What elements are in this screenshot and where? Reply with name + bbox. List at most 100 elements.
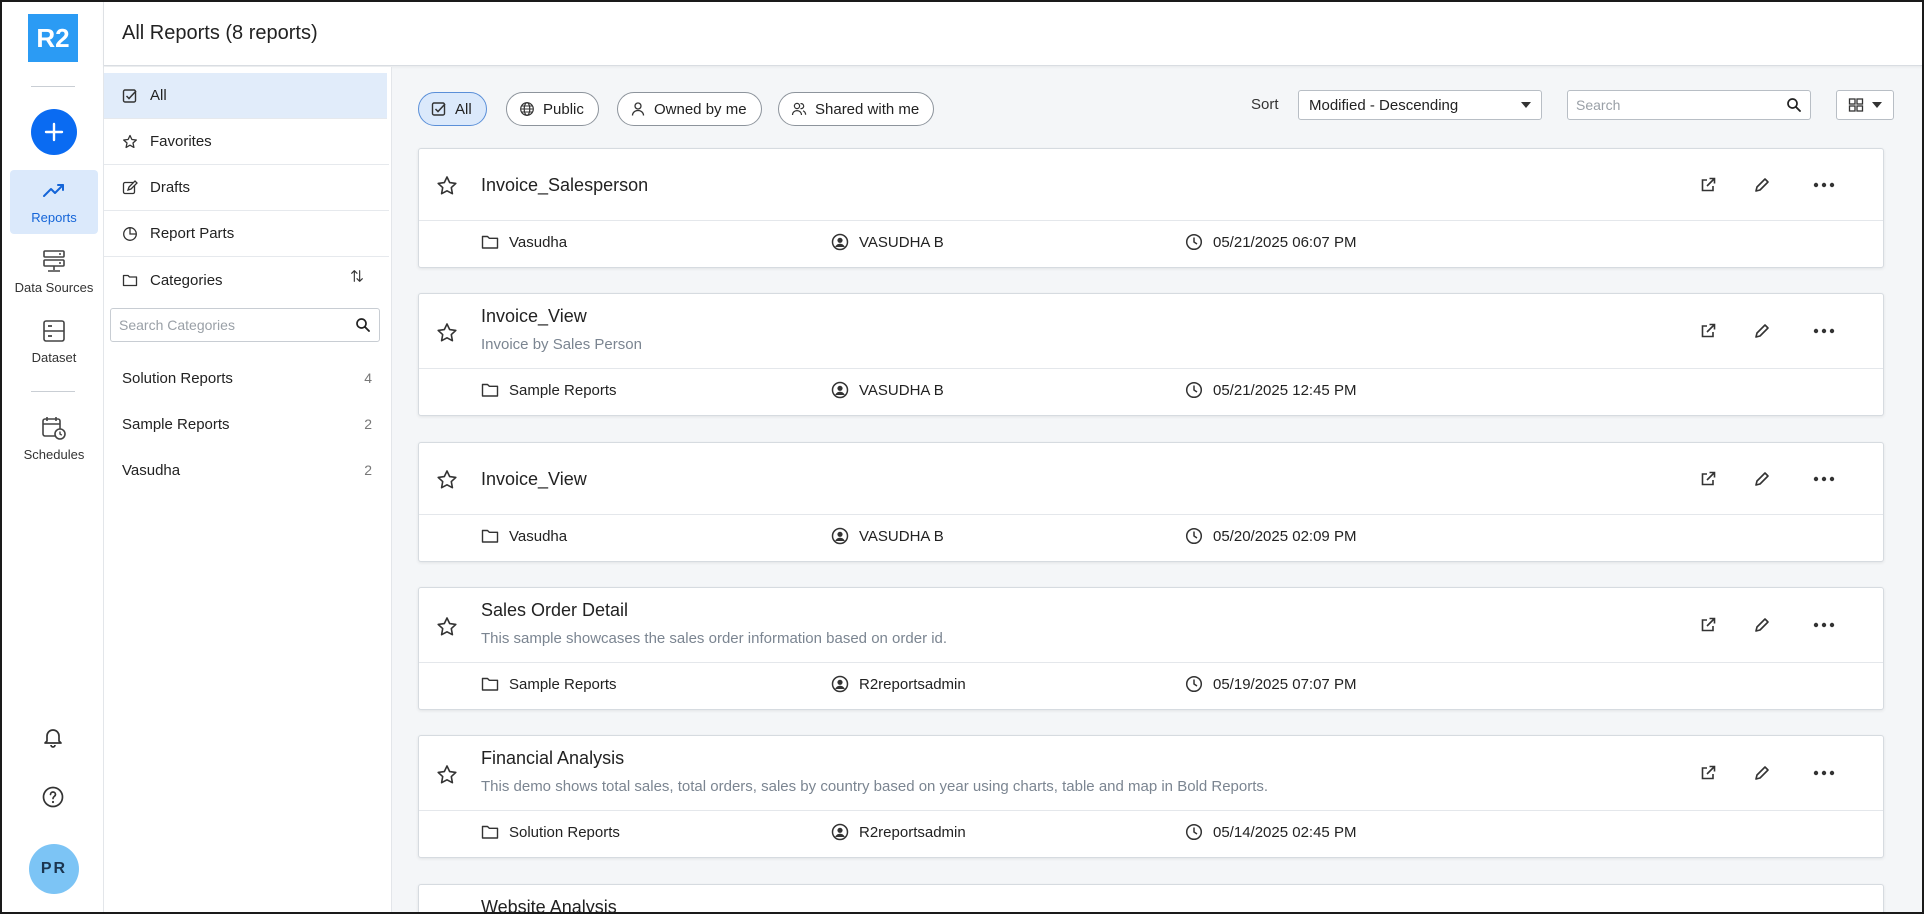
- rail-item-label: Data Sources: [14, 280, 94, 295]
- more-horizontal-icon: [1813, 328, 1835, 334]
- more-options-button[interactable]: [1809, 316, 1839, 346]
- rail-item-reports[interactable]: Reports: [10, 170, 98, 234]
- more-options-button[interactable]: [1809, 170, 1839, 200]
- report-card[interactable]: Invoice_View Invoice by Sales Person Sam…: [418, 293, 1884, 416]
- report-title[interactable]: Invoice_Salesperson: [481, 175, 648, 196]
- globe-icon: [520, 102, 534, 116]
- report-category-name: Solution Reports: [509, 823, 620, 841]
- star-icon: [123, 134, 137, 148]
- view-mode-button[interactable]: [1836, 90, 1894, 120]
- report-card[interactable]: Financial Analysis This demo shows total…: [418, 735, 1884, 858]
- filter-shared-with-me-chip[interactable]: Shared with me: [778, 92, 935, 126]
- favorite-star-icon[interactable]: [435, 763, 459, 787]
- search-icon[interactable]: [355, 317, 371, 333]
- report-category-name: Sample Reports: [509, 675, 617, 693]
- external-link-icon: [1701, 323, 1716, 338]
- chip-label: Shared with me: [815, 100, 920, 118]
- caret-down-icon: [1521, 102, 1531, 108]
- filter-all-chip[interactable]: All: [418, 92, 487, 126]
- user-circle-icon: [831, 381, 849, 399]
- filter-owned-by-me-chip[interactable]: Owned by me: [617, 92, 762, 126]
- sort-dropdown[interactable]: Modified - Descending: [1298, 90, 1542, 120]
- category-name: Vasudha: [122, 461, 181, 479]
- category-item[interactable]: Solution Reports 4: [122, 366, 372, 390]
- nav-categories[interactable]: Categories: [104, 257, 389, 303]
- page-header: All Reports (8 reports): [104, 2, 1922, 66]
- edit-report-button[interactable]: [1747, 170, 1777, 200]
- create-new-button[interactable]: [31, 109, 77, 155]
- report-search-input[interactable]: [1576, 97, 1786, 113]
- open-external-button[interactable]: [1693, 170, 1723, 200]
- favorite-star-icon[interactable]: [435, 468, 459, 492]
- rail-item-data-sources[interactable]: Data Sources: [10, 240, 98, 304]
- more-options-button[interactable]: [1809, 464, 1839, 494]
- notifications-button[interactable]: [38, 722, 68, 752]
- sort-toggle-icon[interactable]: [349, 268, 365, 284]
- report-category: Sample Reports: [481, 381, 617, 399]
- help-button[interactable]: [38, 782, 68, 812]
- favorite-star-icon[interactable]: [435, 174, 459, 198]
- clock-icon: [1185, 527, 1203, 545]
- nav-report-parts[interactable]: Report Parts: [104, 211, 389, 257]
- category-search-input[interactable]: [119, 317, 355, 333]
- category-count: 2: [364, 416, 372, 432]
- open-external-button[interactable]: [1693, 316, 1723, 346]
- report-category: Solution Reports: [481, 823, 620, 841]
- report-card[interactable]: Invoice_View Vasudha VASUDHA B 05/20/202…: [418, 442, 1884, 562]
- rail-item-dataset[interactable]: Dataset: [10, 310, 98, 374]
- report-card[interactable]: Sales Order Detail This sample showcases…: [418, 587, 1884, 710]
- app-window: R2 Reports Data Sources Dataset Schedule…: [0, 0, 1924, 914]
- report-title[interactable]: Invoice_View: [481, 469, 587, 490]
- sort-label: Sort: [1251, 96, 1279, 113]
- bell-icon: [44, 729, 62, 748]
- report-owner: R2reportsadmin: [831, 675, 966, 693]
- folder-icon: [481, 383, 499, 397]
- edit-report-button[interactable]: [1747, 464, 1777, 494]
- open-external-button[interactable]: [1693, 610, 1723, 640]
- report-title[interactable]: Financial Analysis: [481, 748, 624, 769]
- category-item[interactable]: Vasudha 2: [122, 458, 372, 482]
- nav-favorites[interactable]: Favorites: [104, 119, 389, 165]
- chip-label: Public: [543, 100, 584, 118]
- nav-drafts[interactable]: Drafts: [104, 165, 389, 211]
- pie-icon: [123, 226, 137, 241]
- report-card[interactable]: Invoice_Salesperson Vasudha VASUDHA B 05…: [418, 148, 1884, 268]
- report-title[interactable]: Sales Order Detail: [481, 600, 628, 621]
- edit-report-button[interactable]: [1747, 758, 1777, 788]
- pencil-icon: [1755, 618, 1769, 632]
- edit-report-button[interactable]: [1747, 316, 1777, 346]
- report-owner: VASUDHA B: [831, 233, 944, 251]
- rail-divider: [31, 391, 75, 392]
- nav-all[interactable]: All: [104, 73, 387, 119]
- favorite-star-icon[interactable]: [435, 615, 459, 639]
- report-owner: R2reportsadmin: [831, 823, 966, 841]
- report-owner-name: R2reportsadmin: [859, 675, 966, 693]
- folder-icon: [122, 274, 138, 287]
- report-title[interactable]: Invoice_View: [481, 306, 587, 327]
- more-options-button[interactable]: [1809, 758, 1839, 788]
- report-owner: VASUDHA B: [831, 381, 944, 399]
- open-external-button[interactable]: [1693, 758, 1723, 788]
- search-icon[interactable]: [1786, 97, 1802, 113]
- edit-report-button[interactable]: [1747, 610, 1777, 640]
- help-icon: [42, 786, 64, 808]
- report-modified-date: 05/19/2025 07:07 PM: [1213, 675, 1357, 693]
- favorite-star-icon[interactable]: [435, 321, 459, 345]
- nav-label: Drafts: [150, 179, 191, 196]
- report-owner-name: VASUDHA B: [859, 527, 944, 545]
- filter-public-chip[interactable]: Public: [506, 92, 599, 126]
- external-link-icon: [1701, 765, 1716, 780]
- open-external-button[interactable]: [1693, 464, 1723, 494]
- report-title[interactable]: Website Analysis: [481, 897, 617, 912]
- more-options-button[interactable]: [1809, 610, 1839, 640]
- report-category: Sample Reports: [481, 675, 617, 693]
- category-item[interactable]: Sample Reports 2: [122, 412, 372, 436]
- nav-label: Favorites: [150, 133, 212, 150]
- report-search-field[interactable]: [1567, 90, 1811, 120]
- report-owner-name: VASUDHA B: [859, 233, 944, 251]
- user-avatar[interactable]: PR: [29, 844, 79, 894]
- caret-down-icon: [1872, 102, 1882, 108]
- category-search-field[interactable]: [110, 308, 380, 342]
- report-card[interactable]: Website Analysis: [418, 884, 1884, 912]
- rail-item-schedules[interactable]: Schedules: [10, 407, 98, 471]
